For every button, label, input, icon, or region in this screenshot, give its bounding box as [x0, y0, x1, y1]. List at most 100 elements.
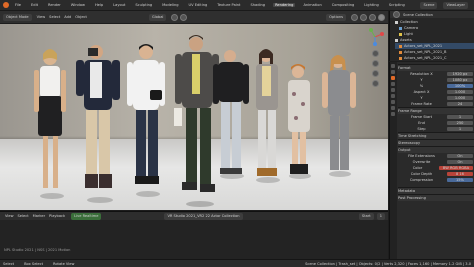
- actor-5: [213, 50, 249, 179]
- scene-tab-icon[interactable]: [391, 88, 395, 92]
- status-stats: Scene Collection | Trash_set | Objects: …: [305, 261, 471, 266]
- outliner-tree: Collection Camera Light Assets Actors_se…: [390, 18, 474, 61]
- tab-texture-paint[interactable]: Texture Paint: [215, 3, 242, 7]
- outliner-item[interactable]: Actors_set_NPL_2021_C: [395, 55, 474, 61]
- resolution-x-field[interactable]: 1920 px: [446, 72, 473, 76]
- current-frame-field[interactable]: 1: [376, 212, 385, 220]
- status-hint-box-select: Box Select: [24, 261, 44, 266]
- resolution-y-field[interactable]: 1080 px: [446, 78, 473, 82]
- outliner-panel[interactable]: Scene Collection Collection Camera Light…: [389, 11, 474, 61]
- tab-sculpting[interactable]: Sculpting: [133, 3, 154, 7]
- timeline-header: View Select Marker Playback Live Realtim…: [0, 212, 388, 220]
- timeline-menu-view[interactable]: View: [3, 214, 16, 218]
- clip-name-field[interactable]: VR Studio 2021_VR2 22 Actor Collection: [164, 212, 243, 220]
- status-hint-select: Select: [3, 261, 15, 266]
- actor-3: [127, 44, 165, 197]
- output-tab-icon[interactable]: [391, 76, 395, 80]
- live-toggle[interactable]: Live Realtime: [71, 212, 102, 220]
- 3d-viewport[interactable]: [0, 24, 388, 210]
- color-depth-toggle[interactable]: 8 16: [446, 172, 473, 176]
- aspect-y-field[interactable]: 1.000: [446, 96, 473, 100]
- tab-lighting[interactable]: Lighting: [362, 3, 381, 7]
- resolution-percent-field[interactable]: 100%: [446, 84, 473, 88]
- overwrite-checkbox[interactable]: On: [447, 160, 473, 164]
- properties-tabs: [390, 62, 397, 259]
- actor-2: [76, 45, 120, 203]
- object-tab-icon[interactable]: [391, 100, 395, 104]
- wireframe-shading-icon[interactable]: [351, 13, 358, 21]
- render-tab-icon[interactable]: [391, 70, 395, 74]
- top-menu-bar: File Edit Render Window Help Layout Scul…: [0, 0, 474, 11]
- scene-selector[interactable]: Scene: [420, 1, 438, 9]
- transform-orientation[interactable]: Global: [148, 13, 167, 21]
- frame-end-field[interactable]: 250: [447, 121, 473, 125]
- menu-file[interactable]: File: [13, 3, 23, 7]
- actor-4: [174, 35, 219, 207]
- view-layer-tab-icon[interactable]: [391, 82, 395, 86]
- section-post-processing[interactable]: Post Processing: [398, 194, 474, 201]
- timeline-bottom-text: NPL Studio 2021 | NSS | 2021 Motion: [4, 248, 71, 252]
- color-mode-toggle[interactable]: BW RGB RGBA: [438, 166, 473, 170]
- menu-help[interactable]: Help: [93, 3, 105, 7]
- outliner-filter-icon[interactable]: [393, 11, 400, 18]
- frame-start-field[interactable]: 1: [447, 115, 473, 119]
- collection-icon: [395, 20, 398, 24]
- section-metadata[interactable]: Metadata: [398, 187, 474, 194]
- menu-window[interactable]: Window: [69, 3, 87, 7]
- section-time-stretching[interactable]: Time Stretching: [398, 132, 474, 139]
- section-format[interactable]: Format: [398, 64, 474, 71]
- frame-start-label: Start: [358, 212, 374, 220]
- section-stereoscopy[interactable]: Stereoscopy: [398, 139, 474, 146]
- menu-select[interactable]: Select: [47, 15, 62, 19]
- file-extensions-checkbox[interactable]: On: [446, 154, 473, 158]
- object-icon: [399, 50, 402, 54]
- tab-layout[interactable]: Layout: [111, 3, 127, 7]
- options-button[interactable]: Options: [326, 13, 346, 21]
- timeline-menu-marker[interactable]: Marker: [31, 214, 47, 218]
- tab-shading[interactable]: Shading: [248, 3, 267, 7]
- snap-icon[interactable]: [171, 13, 179, 21]
- solid-shading-icon[interactable]: [360, 13, 367, 21]
- actor-7: [288, 64, 311, 179]
- timeline-menu-select[interactable]: Select: [16, 214, 31, 218]
- section-frame-range[interactable]: Frame Range: [398, 107, 474, 114]
- rendered-shading-icon[interactable]: [378, 13, 385, 21]
- object-icon: [399, 44, 402, 48]
- modifier-tab-icon[interactable]: [391, 106, 395, 110]
- tab-compositing[interactable]: Compositing: [330, 3, 357, 7]
- actor-8: [322, 55, 356, 177]
- tab-rendering[interactable]: Rendering: [273, 3, 296, 7]
- outliner-title: Scene Collection: [403, 12, 433, 17]
- tab-animation[interactable]: Animation: [301, 3, 323, 7]
- tab-uv-editing[interactable]: UV Editing: [187, 3, 210, 7]
- light-icon: [399, 32, 402, 36]
- frame-step-field[interactable]: 1: [447, 127, 473, 131]
- actor-6: [256, 49, 280, 183]
- compression-slider[interactable]: 15%: [446, 178, 473, 182]
- tool-tab-icon[interactable]: [391, 64, 395, 68]
- menu-add[interactable]: Add: [62, 15, 73, 19]
- menu-render[interactable]: Render: [46, 3, 63, 7]
- menu-view[interactable]: View: [35, 15, 48, 19]
- world-tab-icon[interactable]: [391, 94, 395, 98]
- section-output[interactable]: Output: [398, 146, 474, 153]
- mode-selector[interactable]: Object Mode: [3, 13, 32, 21]
- blender-logo-icon[interactable]: [3, 2, 9, 8]
- properties-panel[interactable]: Format Resolution X 1920 px Y 1080 px % 100…: [389, 62, 474, 259]
- aspect-x-field[interactable]: 1.000: [447, 90, 473, 94]
- tab-scripting[interactable]: Scripting: [387, 3, 407, 7]
- status-hint-rotate: Rotate View: [53, 261, 75, 266]
- actors-scene: [34, 35, 356, 207]
- actor-1: [34, 49, 66, 199]
- timeline-editor[interactable]: View Select Marker Playback Live Realtim…: [0, 211, 388, 260]
- playback-menu[interactable]: Playback: [47, 214, 67, 218]
- menu-edit[interactable]: Edit: [29, 3, 40, 7]
- menu-object[interactable]: Object: [73, 15, 89, 19]
- frame-rate-select[interactable]: 24: [447, 102, 473, 106]
- tab-modeling[interactable]: Modeling: [160, 3, 180, 7]
- proportional-edit-icon[interactable]: [180, 13, 188, 21]
- material-tab-icon[interactable]: [391, 112, 395, 116]
- view-layer-selector[interactable]: ViewLayer: [443, 1, 468, 9]
- material-shading-icon[interactable]: [369, 13, 376, 21]
- outliner-header: Scene Collection: [390, 11, 474, 18]
